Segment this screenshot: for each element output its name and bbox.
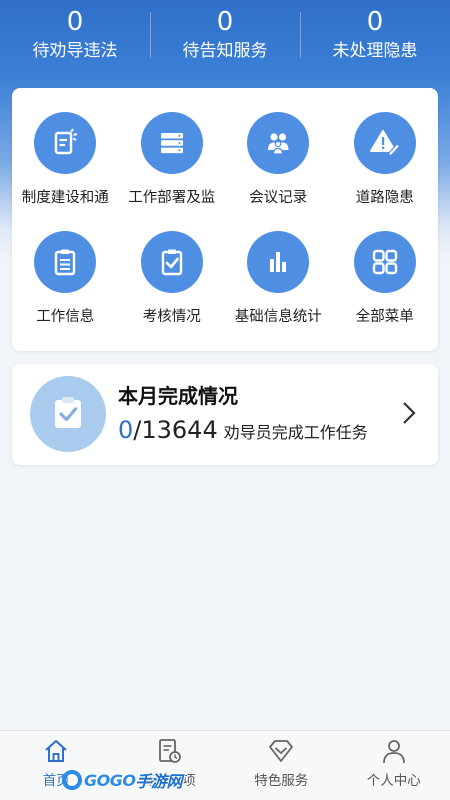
tab-featured-services[interactable]: 特色服务	[225, 731, 338, 800]
menu-item-road-hazards[interactable]: 道路隐患	[332, 112, 439, 231]
watermark-logo: GOGO 手游网	[62, 766, 182, 794]
tab-label: 特色服务	[254, 773, 309, 789]
menu-item-meeting-records[interactable]: 会议记录	[225, 112, 332, 231]
menu-label: 考核情况	[142, 309, 201, 325]
menu-label: 道路隐患	[355, 190, 414, 206]
stat-pending-violations[interactable]: 0 待劝导违法	[0, 0, 150, 78]
menu-item-work-info[interactable]: 工作信息	[12, 231, 119, 350]
tab-personal-center[interactable]: 个人中心	[338, 731, 450, 800]
progress-description: 劝导员完成工作任务	[223, 423, 368, 442]
watermark-text: GOGO	[84, 770, 136, 790]
stat-label: 待告知服务	[182, 41, 268, 61]
menu-label: 制度建设和通	[21, 190, 109, 206]
tab-label: 个人中心	[366, 773, 421, 789]
menu-label: 全部菜单	[355, 309, 414, 325]
menu-card: 制度建设和通 工作部署及监 会议记录 道路隐患 工作信息 考核情况 基础信息统计…	[12, 88, 438, 351]
clipboard-list-icon	[34, 231, 97, 293]
todo-doc-icon	[158, 739, 181, 763]
progress-done-count: 0	[118, 416, 134, 444]
stat-value: 0	[66, 7, 84, 37]
menu-label: 工作信息	[36, 309, 95, 325]
stat-pending-notify[interactable]: 0 待告知服务	[150, 0, 300, 78]
progress-summary: 0/13644 劝导员完成工作任务	[118, 416, 368, 444]
menu-item-assessment[interactable]: 考核情况	[119, 231, 226, 350]
stat-unhandled-hazards[interactable]: 0 未处理隐患	[300, 0, 450, 78]
clipboard-check-icon	[30, 376, 106, 452]
chevron-right-icon[interactable]	[398, 400, 420, 426]
clipboard-check-icon	[140, 231, 203, 293]
menu-label: 基础信息统计	[234, 309, 322, 325]
stat-value: 0	[216, 7, 234, 37]
document-edit-icon	[34, 112, 97, 174]
people-group-icon	[247, 112, 310, 174]
stat-value: 0	[366, 7, 384, 37]
stat-label: 待劝导违法	[32, 41, 118, 61]
menu-item-work-deployment[interactable]: 工作部署及监	[119, 112, 226, 231]
warning-triangle-icon	[353, 112, 416, 174]
watermark-circle-icon	[62, 770, 82, 790]
menu-grid: 制度建设和通 工作部署及监 会议记录 道路隐患 工作信息 考核情况 基础信息统计…	[12, 88, 438, 350]
bar-chart-icon	[247, 231, 310, 293]
menu-item-all-menu[interactable]: 全部菜单	[332, 231, 439, 350]
watermark-subtext: 手游网	[135, 772, 182, 791]
monthly-progress-card[interactable]: 本月完成情况 0/13644 劝导员完成工作任务	[12, 364, 438, 465]
progress-title: 本月完成情况	[118, 384, 238, 408]
menu-item-basic-statistics[interactable]: 基础信息统计	[225, 231, 332, 350]
menu-label: 工作部署及监	[128, 190, 216, 206]
person-icon	[382, 740, 405, 764]
diamond-icon	[269, 740, 294, 762]
home-icon	[45, 740, 67, 762]
stat-label: 未处理隐患	[332, 41, 418, 61]
grid-icon	[353, 231, 416, 293]
stats-bar: 0 待劝导违法 0 待告知服务 0 未处理隐患	[0, 0, 450, 78]
progress-total-count: /13644	[133, 416, 218, 444]
menu-item-system-building[interactable]: 制度建设和通	[12, 112, 119, 231]
server-list-icon	[140, 112, 203, 174]
menu-label: 会议记录	[249, 190, 308, 206]
